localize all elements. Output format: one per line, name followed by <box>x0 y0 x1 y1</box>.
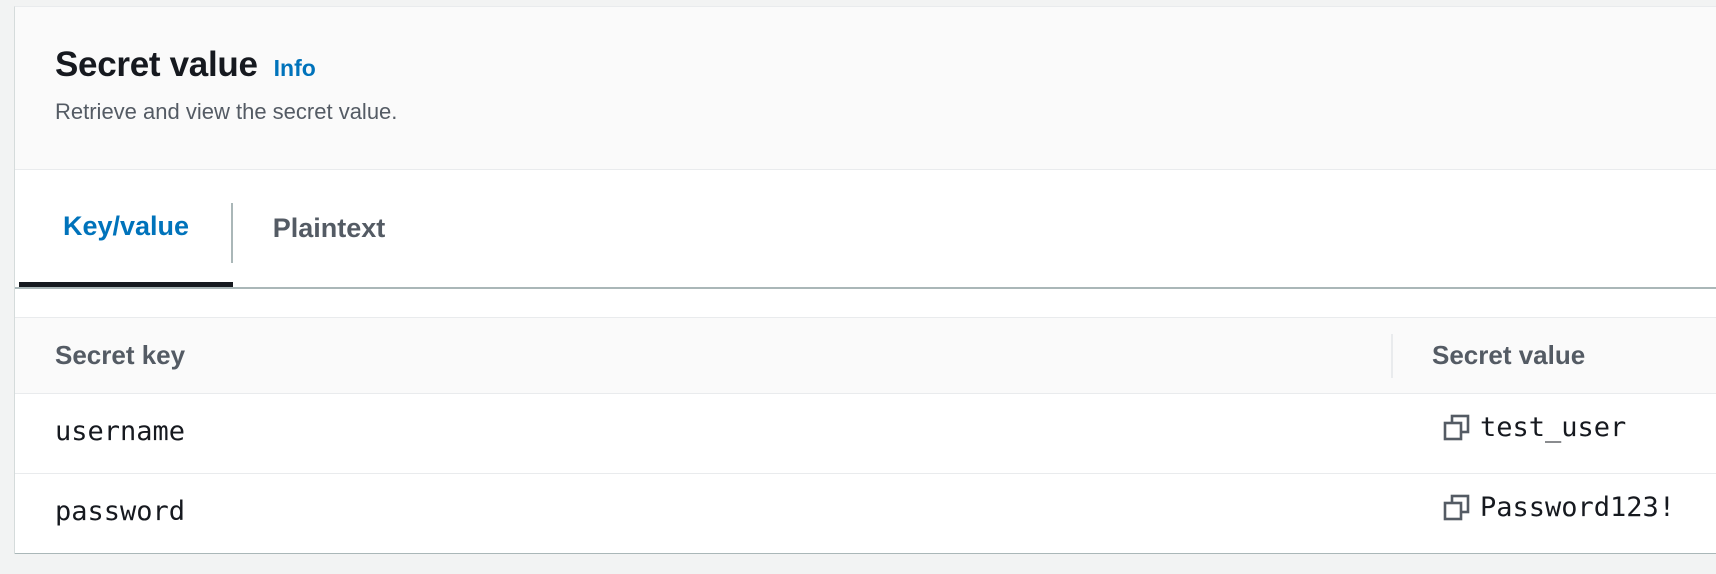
info-link[interactable]: Info <box>274 55 316 82</box>
secret-value-text: test_user <box>1480 412 1627 443</box>
tab-plaintext[interactable]: Plaintext <box>244 170 414 287</box>
secret-value-cell: Password123! <box>1442 492 1675 523</box>
tab-divider <box>231 203 233 263</box>
secret-value-text: Password123! <box>1480 492 1676 523</box>
table-row: password Password123! <box>15 474 1716 553</box>
copy-icon[interactable] <box>1442 413 1472 443</box>
title-row: Secret value Info <box>55 45 316 85</box>
panel-header: Secret value Info Retrieve and view the … <box>15 7 1716 170</box>
secret-value-panel: Secret value Info Retrieve and view the … <box>14 6 1716 554</box>
column-header-secret-value: Secret value <box>1432 340 1586 370</box>
secret-key-cell: password <box>55 496 186 527</box>
secret-key-cell: username <box>55 416 186 447</box>
secret-value-cell: test_user <box>1442 412 1626 443</box>
page-description: Retrieve and view the secret value. <box>55 99 398 124</box>
copy-icon[interactable] <box>1442 493 1472 523</box>
table-row: username test_user <box>15 394 1716 474</box>
secret-table: Secret key Secret value username test_us… <box>15 317 1716 554</box>
tab-key-value[interactable]: Key/value <box>19 170 233 287</box>
tab-bar: Key/value Plaintext <box>15 170 1716 289</box>
table-header: Secret key Secret value <box>15 318 1716 394</box>
column-divider[interactable] <box>1391 334 1393 378</box>
column-header-secret-key: Secret key <box>55 340 186 370</box>
page-title: Secret value <box>55 45 258 84</box>
